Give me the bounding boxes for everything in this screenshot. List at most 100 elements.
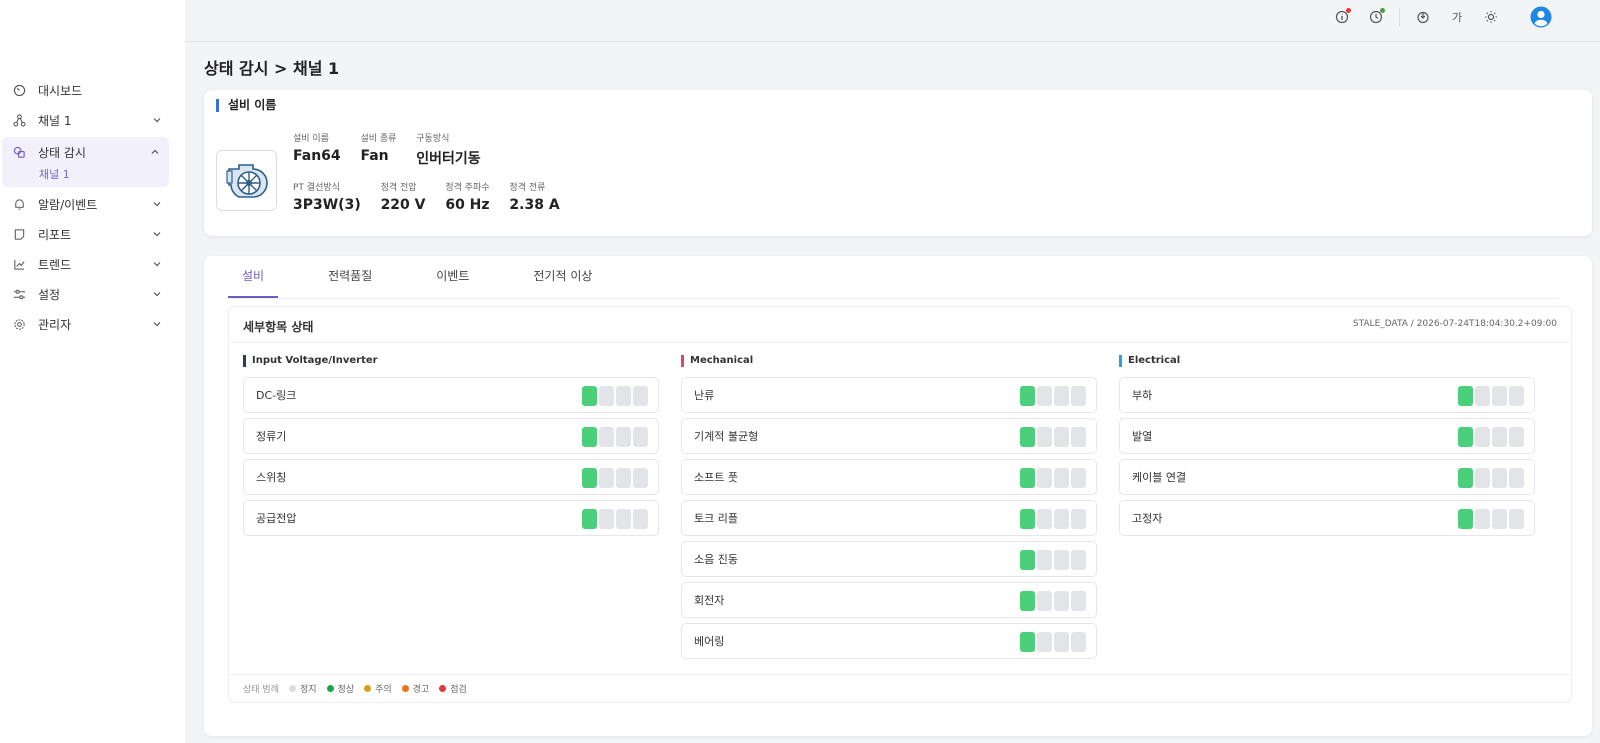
- sidebar-subitem-channel[interactable]: 채널 1: [2, 167, 169, 183]
- field-label: 설비 이름: [293, 134, 329, 144]
- sidebar-item-report[interactable]: 리포트: [0, 219, 185, 249]
- field-rated-frequency: 정격 주파수 60 Hz: [445, 180, 489, 213]
- sidebar-item-label: 관리자: [38, 317, 72, 332]
- sidebar-item-admin[interactable]: 관리자: [0, 309, 185, 339]
- status-item[interactable]: 난류: [681, 377, 1097, 413]
- status-item-label: 토크 리플: [694, 512, 738, 525]
- status-dot: [1380, 8, 1385, 13]
- sidebar-item-label: 설정: [38, 287, 61, 302]
- status-level-indicator: [1456, 468, 1524, 488]
- status-level-segment: [599, 509, 614, 529]
- status-level-segment: [1071, 591, 1086, 611]
- status-level-segment: [1054, 386, 1069, 406]
- topbar-actions: 가: [1319, 6, 1552, 28]
- status-item-label: 케이블 연결: [1132, 471, 1187, 484]
- tab-events[interactable]: 이벤트: [422, 270, 483, 298]
- status-level-segment: [1071, 386, 1086, 406]
- legend-label: 점검: [450, 685, 467, 695]
- channel-icon: [12, 113, 26, 127]
- page-title: 상태 감시 > 채널 1: [204, 59, 340, 78]
- user-avatar-icon[interactable]: [1530, 6, 1552, 28]
- status-level-segment: [633, 427, 648, 447]
- sidebar-item-label: 대시보드: [38, 83, 83, 98]
- sidebar-item-trend[interactable]: 트렌드: [0, 249, 185, 279]
- chevron-down-icon: [151, 288, 163, 300]
- sidebar-item-settings[interactable]: 설정: [0, 279, 185, 309]
- legend-dot: [288, 685, 296, 692]
- status-level-segment: [1037, 427, 1052, 447]
- power-icon[interactable]: [1412, 6, 1434, 28]
- status-item[interactable]: 발열: [1119, 418, 1535, 454]
- language-icon[interactable]: 가: [1446, 6, 1468, 28]
- sidebar-item-channel[interactable]: 채널 1: [0, 105, 185, 135]
- column-title: Mechanical: [681, 355, 1083, 367]
- status-item[interactable]: 소프트 풋: [681, 459, 1097, 495]
- equipment-fields-row1: 설비 이름 Fan64 설비 종류 Fan 구동방식 인버터기동: [293, 131, 497, 168]
- status-item[interactable]: 공급전압: [243, 500, 659, 536]
- trend-icon: [12, 257, 26, 271]
- status-level-segment: [1475, 509, 1490, 529]
- brightness-icon[interactable]: [1480, 6, 1502, 28]
- status-level-indicator: [580, 468, 648, 488]
- legend-title: 상태 범례: [243, 685, 279, 695]
- history-icon[interactable]: [1365, 6, 1387, 28]
- column-title: Input Voltage/Inverter: [243, 355, 645, 367]
- tab-equipment[interactable]: 설비: [228, 270, 279, 298]
- field-label: 정격 주파수: [445, 183, 490, 193]
- status-item[interactable]: 기계적 불균형: [681, 418, 1097, 454]
- legend-label: 정상: [337, 685, 355, 695]
- sidebar-item-alarm[interactable]: 알람/이벤트: [0, 189, 185, 219]
- status-item[interactable]: 고정자: [1119, 500, 1535, 536]
- status-level-segment: [1020, 386, 1035, 406]
- sidebar-item-dashboard[interactable]: 대시보드: [0, 75, 185, 105]
- status-level-segment: [1492, 468, 1507, 488]
- status-item[interactable]: 토크 리플: [681, 500, 1097, 536]
- status-legend: 상태 범례 정지 정상 주의 경고 점검: [229, 674, 1571, 702]
- info-icon[interactable]: [1331, 6, 1353, 28]
- status-item[interactable]: 케이블 연결: [1119, 459, 1535, 495]
- status-level-segment: [1458, 427, 1473, 447]
- status-level-segment: [1475, 468, 1490, 488]
- status-item-label: 소프트 풋: [694, 471, 738, 484]
- status-level-segment: [582, 509, 597, 529]
- status-level-indicator: [1456, 427, 1524, 447]
- status-item[interactable]: 스위칭: [243, 459, 659, 495]
- status-level-indicator: [1456, 509, 1524, 529]
- divider: [1399, 8, 1400, 26]
- topbar: 가: [185, 0, 1600, 42]
- field-equipment-type: 설비 종류 Fan: [360, 131, 396, 164]
- status-item[interactable]: 정류기: [243, 418, 659, 454]
- tab-electrical-anomaly[interactable]: 전기적 이상: [519, 270, 606, 298]
- status-item[interactable]: 부하: [1119, 377, 1535, 413]
- gear-icon: [12, 317, 26, 331]
- status-item-label: 발열: [1132, 430, 1153, 443]
- status-item-label: 베어링: [694, 635, 725, 648]
- status-item[interactable]: 소음 진동: [681, 541, 1097, 577]
- status-level-segment: [599, 386, 614, 406]
- sliders-icon: [12, 287, 26, 301]
- tab-power-quality[interactable]: 전력품질: [314, 270, 386, 298]
- status-level-segment: [1020, 509, 1035, 529]
- legend-label: 경고: [412, 685, 430, 695]
- status-level-segment: [1054, 509, 1069, 529]
- legend-entry: 경고: [401, 682, 430, 695]
- status-level-segment: [1071, 632, 1086, 652]
- sidebar-item-label: 리포트: [38, 227, 72, 242]
- status-item-label: 스위칭: [256, 471, 287, 484]
- status-level-segment: [1509, 427, 1524, 447]
- status-item[interactable]: 베어링: [681, 623, 1097, 659]
- status-item[interactable]: 회전자: [681, 582, 1097, 618]
- status-column: Input Voltage/Inverter DC-링크정류기스위칭공급전압: [229, 355, 659, 541]
- sidebar-item-monitoring[interactable]: 상태 감시: [2, 137, 169, 167]
- status-item-label: 기계적 불균형: [694, 430, 759, 443]
- status-level-segment: [1458, 468, 1473, 488]
- status-level-segment: [1054, 591, 1069, 611]
- alert-dot: [1346, 8, 1351, 13]
- sidebar-item-label: 트렌드: [38, 257, 72, 272]
- status-column: Mechanical 난류기계적 불균형소프트 풋토크 리플소음 진동회전자베어링: [667, 355, 1097, 664]
- status-item[interactable]: DC-링크: [243, 377, 659, 413]
- sidebar-item-label: 알람/이벤트: [38, 197, 98, 212]
- tab-bar: 설비 전력품질 이벤트 전기적 이상: [228, 270, 642, 298]
- status-item-label: 정류기: [256, 430, 287, 443]
- status-level-segment: [1071, 427, 1086, 447]
